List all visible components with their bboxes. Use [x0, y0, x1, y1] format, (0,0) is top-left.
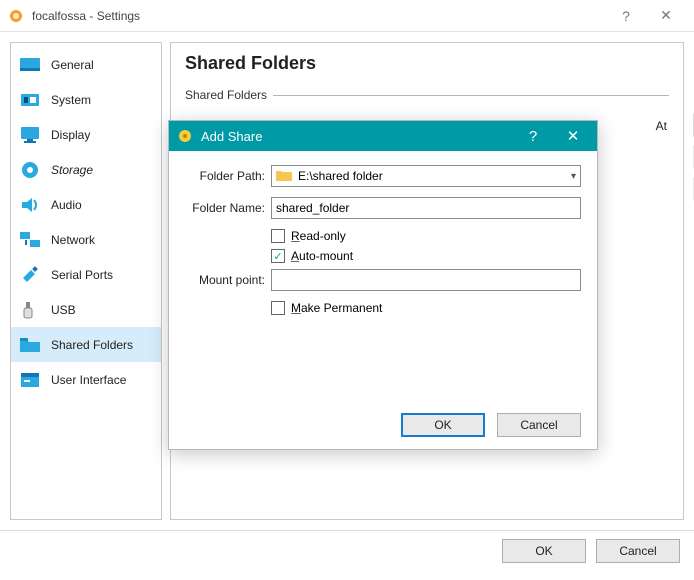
sidebar-item-label: General	[51, 58, 94, 72]
sidebar-item-user-interface[interactable]: User Interface	[11, 362, 161, 397]
group-label: Shared Folders	[185, 88, 267, 102]
sidebar-item-serial-ports[interactable]: Serial Ports	[11, 257, 161, 292]
ok-button[interactable]: OK	[502, 539, 586, 563]
gear-icon	[177, 128, 193, 144]
shared-folder-icon	[19, 335, 41, 355]
dialog-close-button[interactable]: ✕	[553, 127, 593, 145]
storage-icon	[19, 160, 41, 180]
sidebar-item-display[interactable]: Display	[11, 117, 161, 152]
app-icon	[8, 8, 24, 24]
dialog-titlebar: Add Share ? ✕	[169, 121, 597, 151]
make-permanent-label: Make Permanent	[291, 301, 382, 315]
dialog-help-button[interactable]: ?	[513, 128, 553, 145]
make-permanent-checkbox[interactable]	[271, 301, 285, 315]
sidebar-item-usb[interactable]: USB	[11, 292, 161, 327]
folder-path-combo[interactable]: E:\shared folder ▾	[271, 165, 581, 187]
read-only-label: Read-only	[291, 229, 346, 243]
dialog-ok-button[interactable]: OK	[401, 413, 485, 437]
folder-name-label: Folder Name:	[185, 201, 265, 215]
sidebar-item-label: Network	[51, 233, 95, 247]
sidebar-item-label: User Interface	[51, 373, 126, 387]
sidebar-item-label: Shared Folders	[51, 338, 133, 352]
sidebar-item-network[interactable]: Network	[11, 222, 161, 257]
cancel-button[interactable]: Cancel	[596, 539, 680, 563]
folder-name-value: shared_folder	[276, 201, 349, 215]
auto-mount-label: Auto-mount	[291, 249, 353, 263]
sidebar-item-label: Storage	[51, 163, 93, 177]
folder-path-label: Folder Path:	[185, 169, 265, 183]
add-share-dialog: Add Share ? ✕ Folder Path: E:\shared fol…	[168, 120, 598, 450]
dialog-title: Add Share	[201, 129, 513, 144]
sidebar-item-label: Display	[51, 128, 90, 142]
window-close-button[interactable]: ✕	[646, 7, 686, 24]
folder-icon	[276, 169, 292, 184]
sidebar-item-audio[interactable]: Audio	[11, 187, 161, 222]
sidebar-item-label: System	[51, 93, 91, 107]
serial-icon	[19, 265, 41, 285]
sidebar-item-shared-folders[interactable]: Shared Folders	[11, 327, 161, 362]
window-title: focalfossa - Settings	[32, 9, 606, 23]
mount-point-input[interactable]	[271, 269, 581, 291]
window-titlebar: focalfossa - Settings ? ✕	[0, 0, 694, 32]
general-icon	[19, 55, 41, 75]
folder-path-value: E:\shared folder	[298, 169, 383, 183]
auto-mount-checkbox[interactable]: ✓	[271, 249, 285, 263]
network-icon	[19, 230, 41, 250]
window-help-button[interactable]: ?	[606, 8, 646, 24]
settings-sidebar: General System Display Storage Audio Net…	[10, 42, 162, 520]
dialog-cancel-button[interactable]: Cancel	[497, 413, 581, 437]
column-header-attr: At	[656, 119, 667, 133]
mount-point-label: Mount point:	[185, 273, 265, 287]
display-icon	[19, 125, 41, 145]
window-footer: OK Cancel	[0, 530, 694, 570]
sidebar-item-label: Serial Ports	[51, 268, 113, 282]
sidebar-item-label: USB	[51, 303, 76, 317]
usb-icon	[19, 300, 41, 320]
ui-icon	[19, 370, 41, 390]
sidebar-item-system[interactable]: System	[11, 82, 161, 117]
folder-name-input[interactable]: shared_folder	[271, 197, 581, 219]
group-divider	[273, 95, 669, 96]
chevron-down-icon: ▾	[571, 171, 576, 182]
read-only-checkbox[interactable]	[271, 229, 285, 243]
system-icon	[19, 90, 41, 110]
sidebar-item-storage[interactable]: Storage	[11, 152, 161, 187]
sidebar-item-general[interactable]: General	[11, 47, 161, 82]
page-title: Shared Folders	[185, 53, 669, 74]
sidebar-item-label: Audio	[51, 198, 82, 212]
audio-icon	[19, 195, 41, 215]
